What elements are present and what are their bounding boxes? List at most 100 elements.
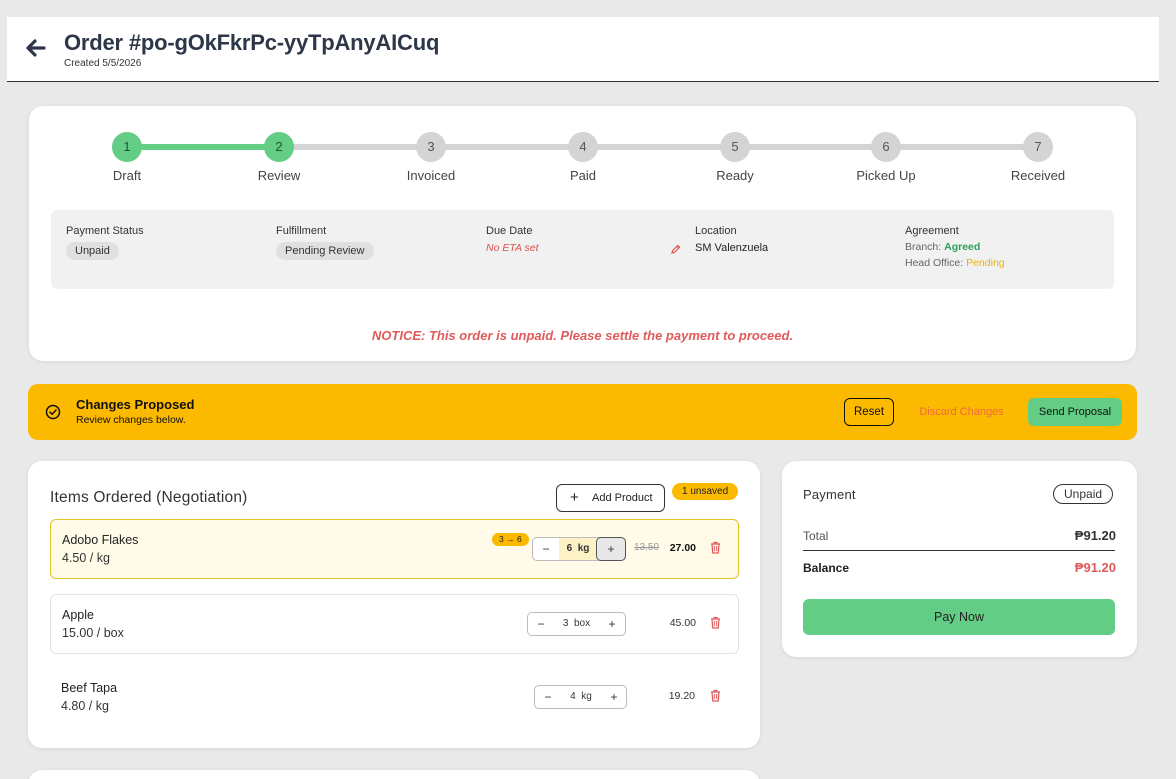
list-item: Apple 15.00 / box − 3 box + 45.00 — [50, 594, 739, 654]
order-stepper: 1 Draft 2 Review 3 Invoiced 4 Paid 5 Rea… — [29, 132, 1136, 192]
decrease-quantity-button[interactable]: − — [533, 538, 559, 560]
step-label: Picked Up — [856, 168, 916, 183]
unsaved-badge: 1 unsaved — [672, 483, 739, 500]
add-product-button[interactable]: + Add Product — [556, 484, 665, 512]
location-value: SM Valenzuela — [695, 242, 769, 254]
step-number: 7 — [1023, 132, 1053, 162]
line-total: 19.20 — [668, 690, 695, 702]
branch-label: Branch: — [905, 241, 942, 253]
due-date-label: Due Date — [486, 225, 533, 237]
step-paid: 4 Paid — [533, 132, 633, 183]
quantity-value[interactable]: 6 kg — [559, 538, 597, 560]
head-office-agreement: Head Office: Pending — [905, 257, 1005, 269]
pay-now-button[interactable]: Pay Now — [803, 599, 1115, 635]
banner-subtitle: Review changes below. — [76, 414, 186, 426]
item-name: Adobo Flakes — [62, 533, 139, 547]
step-number: 2 — [264, 132, 294, 162]
line-total: 27.00 — [669, 542, 696, 554]
balance-label: Balance — [803, 561, 850, 575]
changes-proposed-banner: Changes Proposed Review changes below. R… — [28, 384, 1137, 440]
step-ready: 5 Ready — [685, 132, 785, 183]
quantity-value[interactable]: 4 kg — [561, 686, 601, 708]
total-value: ₱91.20 — [1074, 528, 1116, 543]
step-label: Ready — [716, 168, 754, 183]
branch-agreement: Branch: Agreed — [905, 241, 1005, 253]
branch-status: Agreed — [944, 241, 981, 253]
step-number: 1 — [112, 132, 142, 162]
step-review: 2 Review — [229, 132, 329, 183]
trash-icon[interactable] — [710, 541, 721, 554]
check-circle-icon — [45, 404, 61, 420]
location-field: Location SM Valenzuela — [695, 225, 768, 254]
payment-card: Payment Unpaid Total ₱91.20 Balance ₱91.… — [782, 461, 1137, 657]
step-label: Received — [1010, 168, 1066, 183]
list-item: Adobo Flakes 4.50 / kg 3 → 6 − 6 kg + 13… — [50, 519, 739, 579]
quantity-value[interactable]: 3 box — [554, 613, 599, 635]
item-unit-price: 4.50 / kg — [62, 551, 110, 565]
balance-value: ₱91.20 — [1074, 560, 1116, 575]
fulfillment-label: Fulfillment — [276, 225, 327, 237]
step-label: Review — [257, 168, 301, 183]
step-label: Paid — [569, 168, 597, 183]
unpaid-notice: NOTICE: This order is unpaid. Please set… — [371, 328, 794, 343]
fulfillment-badge: Pending Review — [276, 242, 374, 260]
page-header: Order #po-gOkFkrPc-yyTpAnyAICuq Created … — [7, 17, 1159, 82]
payment-status-badge: Unpaid — [1053, 484, 1114, 504]
quantity-stepper: − 3 box + — [527, 612, 626, 636]
increase-quantity-button[interactable]: + — [601, 686, 627, 708]
location-label: Location — [695, 225, 737, 237]
quantity-stepper: − 6 kg + — [532, 537, 626, 561]
quantity-stepper: − 4 kg + — [534, 685, 627, 709]
item-unit-price: 15.00 / box — [62, 626, 124, 640]
increase-quantity-button[interactable]: + — [599, 613, 625, 635]
step-number: 6 — [871, 132, 901, 162]
step-picked-up: 6 Picked Up — [836, 132, 936, 183]
payment-status-field: Payment Status Unpaid — [66, 225, 144, 260]
back-arrow-icon[interactable] — [24, 37, 46, 59]
banner-title: Changes Proposed — [76, 397, 195, 412]
total-label: Total — [803, 529, 829, 543]
step-received: 7 Received — [988, 132, 1088, 183]
payment-title: Payment — [803, 487, 856, 502]
order-info-panel: Payment Status Unpaid Fulfillment Pendin… — [51, 210, 1114, 289]
divider — [803, 550, 1115, 551]
step-number: 3 — [416, 132, 446, 162]
trash-icon[interactable] — [710, 616, 721, 629]
quantity-change-badge: 3 → 6 — [492, 533, 529, 546]
agreement-field: Agreement Branch: Agreed Head Office: Pe… — [905, 225, 1005, 269]
step-invoiced: 3 Invoiced — [381, 132, 481, 183]
plus-icon: + — [570, 489, 579, 506]
due-date-field: Due Date No ETA set — [486, 225, 539, 254]
discard-changes-button[interactable]: Discard Changes — [915, 398, 1008, 426]
reset-button[interactable]: Reset — [844, 398, 894, 426]
step-label: Draft — [112, 168, 142, 183]
increase-quantity-button[interactable]: + — [596, 537, 626, 561]
order-progress-card: 1 Draft 2 Review 3 Invoiced 4 Paid 5 Rea… — [29, 106, 1136, 361]
next-section-card — [28, 770, 760, 779]
page-title: Order #po-gOkFkrPc-yyTpAnyAICuq — [64, 30, 440, 55]
agreement-label: Agreement — [905, 225, 959, 237]
step-number: 5 — [720, 132, 750, 162]
item-name: Beef Tapa — [61, 681, 118, 695]
add-product-label: Add Product — [592, 492, 653, 504]
send-proposal-button[interactable]: Send Proposal — [1028, 398, 1122, 426]
step-number: 4 — [568, 132, 598, 162]
payment-status-label: Payment Status — [66, 225, 144, 237]
step-label: Invoiced — [406, 168, 456, 183]
pencil-icon[interactable] — [670, 244, 681, 255]
list-item: Beef Tapa 4.80 / kg − 4 kg + 19.20 — [50, 668, 739, 728]
fulfillment-field: Fulfillment Pending Review — [276, 225, 374, 260]
head-office-label: Head Office: — [905, 257, 964, 269]
decrease-quantity-button[interactable]: − — [535, 686, 561, 708]
step-draft: 1 Draft — [77, 132, 177, 183]
items-ordered-card: Items Ordered (Negotiation) + Add Produc… — [28, 461, 760, 748]
decrease-quantity-button[interactable]: − — [528, 613, 554, 635]
head-office-status: Pending — [966, 257, 1005, 269]
trash-icon[interactable] — [710, 689, 721, 702]
item-unit-price: 4.80 / kg — [61, 699, 109, 713]
line-total: 45.00 — [669, 617, 696, 629]
items-section-title: Items Ordered (Negotiation) — [50, 489, 248, 506]
created-date: Created 5/5/2026 — [64, 58, 142, 69]
payment-status-badge: Unpaid — [66, 242, 119, 260]
item-name: Apple — [62, 608, 94, 622]
